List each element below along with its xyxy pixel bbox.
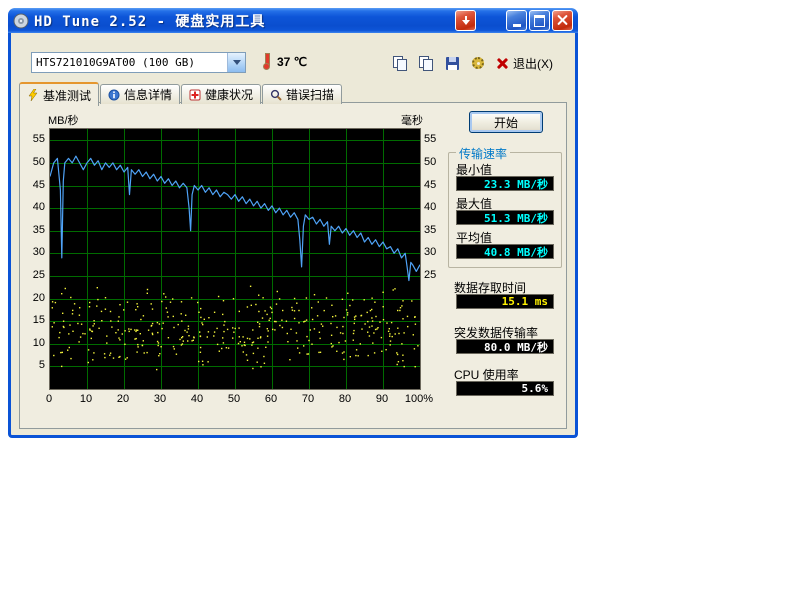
y-axis-tick-right: 45 xyxy=(424,179,436,191)
copy-text-icon xyxy=(419,56,433,71)
y-axis-tick-right: 50 xyxy=(424,156,436,168)
close-icon xyxy=(557,15,568,26)
avg-value: 40.8 MB/秒 xyxy=(484,244,548,260)
floppy-disk-icon xyxy=(446,57,459,70)
y-axis-tick-left: 5 xyxy=(39,359,45,371)
magnifier-icon xyxy=(270,89,282,101)
copy-screenshot-button[interactable] xyxy=(387,50,413,76)
tab-health[interactable]: 健康状况 xyxy=(181,84,261,104)
app-icon xyxy=(13,13,29,29)
tab-health-label: 健康状况 xyxy=(205,86,253,103)
right-axis-title: 毫秒 xyxy=(401,112,423,128)
benchmark-tab-panel: MB/秒 毫秒 开始 传输速率 最小值 23.3 MB/秒 最大值 51.3 M… xyxy=(19,102,567,429)
transfer-rate-group: 传输速率 最小值 23.3 MB/秒 最大值 51.3 MB/秒 平均值 40.… xyxy=(448,152,562,268)
y-axis-tick-left: 10 xyxy=(33,337,45,349)
y-axis-tick-right: 40 xyxy=(424,201,436,213)
y-axis-tick-left: 55 xyxy=(33,133,45,145)
benchmark-icon xyxy=(27,89,39,101)
update-available-button[interactable] xyxy=(455,10,476,31)
access-time-value: 15.1 ms xyxy=(502,295,548,308)
thermometer-icon xyxy=(263,53,270,70)
tab-error-scan[interactable]: 错误扫描 xyxy=(262,84,342,104)
y-axis-tick-left: 40 xyxy=(33,201,45,213)
y-axis-tick-left: 35 xyxy=(33,224,45,236)
exit-label: 退出(X) xyxy=(513,55,553,72)
options-button[interactable] xyxy=(465,50,491,76)
x-axis-tick: 10 xyxy=(80,393,92,405)
x-axis-tick: 50 xyxy=(228,393,240,405)
max-value-box: 51.3 MB/秒 xyxy=(456,210,554,225)
y-axis-tick-left: 45 xyxy=(33,179,45,191)
save-screenshot-button[interactable] xyxy=(439,50,465,76)
min-value-box: 23.3 MB/秒 xyxy=(456,176,554,191)
window-title: HD Tune 2.52 - 硬盘实用工具 xyxy=(34,11,265,31)
download-arrow-icon xyxy=(462,16,470,26)
x-axis-tick: 90 xyxy=(376,393,388,405)
hd-tune-window: HD Tune 2.52 - 硬盘实用工具 HTS721010G9AT00 (1… xyxy=(8,8,578,438)
cpu-usage-value-box: 5.6% xyxy=(456,381,554,396)
x-axis-tick: 70 xyxy=(302,393,314,405)
minimize-icon xyxy=(513,24,521,27)
burst-rate-value: 80.0 MB/秒 xyxy=(484,339,548,355)
x-axis-tick: 60 xyxy=(265,393,277,405)
benchmark-plot xyxy=(49,128,421,390)
access-time-value-box: 15.1 ms xyxy=(456,294,554,309)
max-value: 51.3 MB/秒 xyxy=(484,210,548,226)
exit-x-icon xyxy=(497,58,508,69)
y-axis-tick-right: 30 xyxy=(424,246,436,258)
y-axis-tick-right: 35 xyxy=(424,224,436,236)
gear-icon xyxy=(472,57,484,69)
tab-info[interactable]: 信息详情 xyxy=(100,84,180,104)
tab-info-label: 信息详情 xyxy=(124,86,172,103)
copy-info-button[interactable] xyxy=(413,50,439,76)
maximize-icon xyxy=(534,15,545,27)
temperature-value: 37 ℃ xyxy=(277,55,307,69)
x-axis-tick: 0 xyxy=(46,393,52,405)
chart-canvas xyxy=(50,129,420,389)
x-axis-tick: 40 xyxy=(191,393,203,405)
x-axis-tick: 80 xyxy=(339,393,351,405)
left-axis-title: MB/秒 xyxy=(48,112,79,128)
y-axis-tick-left: 50 xyxy=(33,156,45,168)
drive-selector-value: HTS721010G9AT00 (100 GB) xyxy=(36,56,195,69)
y-axis-tick-left: 15 xyxy=(33,314,45,326)
tab-benchmark[interactable]: 基准测试 xyxy=(19,82,99,106)
health-cross-icon xyxy=(189,89,201,101)
burst-rate-value-box: 80.0 MB/秒 xyxy=(456,339,554,354)
tab-benchmark-label: 基准测试 xyxy=(43,87,91,104)
min-value: 23.3 MB/秒 xyxy=(484,176,548,192)
transfer-rate-title: 传输速率 xyxy=(456,145,510,162)
cpu-usage-value: 5.6% xyxy=(522,382,549,395)
x-axis-tick: 30 xyxy=(154,393,166,405)
close-button[interactable] xyxy=(552,10,573,31)
tab-error-scan-label: 错误扫描 xyxy=(286,86,334,103)
y-axis-tick-right: 55 xyxy=(424,133,436,145)
x-axis-tick: 20 xyxy=(117,393,129,405)
copy-icon xyxy=(393,56,407,71)
info-icon xyxy=(108,89,120,101)
y-axis-tick-left: 25 xyxy=(33,269,45,281)
minimize-button[interactable] xyxy=(506,10,527,31)
exit-button[interactable]: 退出(X) xyxy=(497,52,553,74)
drive-selector-dropdown[interactable]: HTS721010G9AT00 (100 GB) xyxy=(31,52,246,73)
window-body: HTS721010G9AT00 (100 GB) 37 ℃ 退出(X) 基准测试… xyxy=(11,33,575,432)
tab-strip: 基准测试 信息详情 健康状况 错误扫描 xyxy=(19,82,342,106)
avg-value-box: 40.8 MB/秒 xyxy=(456,244,554,259)
y-axis-tick-right: 25 xyxy=(424,269,436,281)
maximize-button[interactable] xyxy=(529,10,550,31)
x-axis-tick: 100% xyxy=(405,393,433,405)
chevron-down-icon[interactable] xyxy=(227,53,245,72)
y-axis-tick-left: 30 xyxy=(33,246,45,258)
titlebar[interactable]: HD Tune 2.52 - 硬盘实用工具 xyxy=(8,8,578,33)
y-axis-tick-left: 20 xyxy=(33,292,45,304)
start-button[interactable]: 开始 xyxy=(469,111,543,133)
